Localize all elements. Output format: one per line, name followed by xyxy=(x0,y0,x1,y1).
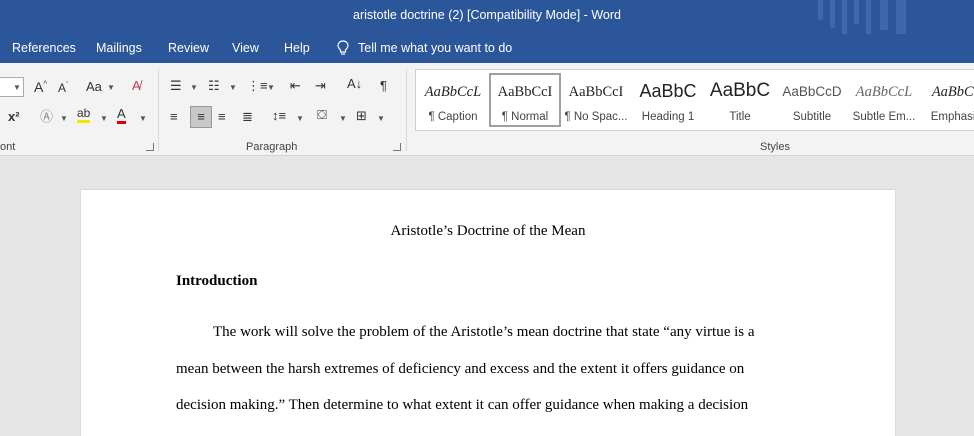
style-name: Heading 1 xyxy=(641,111,695,123)
style-preview: AaBbCcL xyxy=(855,84,913,100)
font-dialog-launcher[interactable] xyxy=(146,143,154,151)
styles-gallery: AaBbCcL ¶ Caption AaBbCcI ¶ Normal AaBbC… xyxy=(415,69,974,131)
style-caption[interactable]: AaBbCcL ¶ Caption xyxy=(417,73,489,127)
styles-group-label: Styles xyxy=(760,141,790,153)
chevron-down-icon[interactable]: ▼ xyxy=(100,114,108,123)
chevron-down-icon[interactable]: ▼ xyxy=(339,114,347,123)
tell-me-label: Tell me what you want to do xyxy=(358,41,513,55)
font-color-icon[interactable]: A xyxy=(117,107,126,124)
tab-help[interactable]: Help xyxy=(284,41,310,55)
lightbulb-icon xyxy=(337,40,349,55)
group-separator xyxy=(158,69,159,151)
align-left-icon[interactable]: ≡ xyxy=(170,110,178,123)
style-preview: AaBbCcD xyxy=(782,84,842,99)
chevron-down-icon: ▼ xyxy=(13,83,21,92)
change-case-icon[interactable]: Aa xyxy=(86,80,102,93)
style-name: Subtitle xyxy=(792,111,832,123)
line-spacing-icon[interactable]: ↕≡ xyxy=(272,109,286,122)
style-subtitle[interactable]: AaBbCcD Subtitle xyxy=(776,73,848,127)
increase-indent-icon[interactable]: ⇥ xyxy=(315,79,326,92)
chevron-down-icon[interactable]: ▼ xyxy=(139,114,147,123)
style-normal[interactable]: AaBbCcI ¶ Normal xyxy=(489,73,561,127)
highlight-icon[interactable]: ab xyxy=(77,107,91,123)
chevron-down-icon[interactable]: ▼ xyxy=(296,114,304,123)
multilevel-list-icon[interactable]: ⋮≡ xyxy=(247,79,268,92)
title-bar-decoration xyxy=(814,0,934,34)
align-right-icon[interactable]: ≡ xyxy=(218,110,226,123)
document-title: Aristotle’s Doctrine of the Mean xyxy=(390,223,586,239)
chevron-down-icon[interactable]: ▼ xyxy=(229,83,237,92)
document-canvas: Aristotle’s Doctrine of the Mean Introdu… xyxy=(0,157,974,436)
tab-view[interactable]: View xyxy=(232,41,259,55)
style-preview: AaBbCcL xyxy=(424,84,482,100)
tab-review[interactable]: Review xyxy=(168,41,209,55)
chevron-down-icon[interactable]: ▼ xyxy=(267,83,275,92)
clear-formatting-icon[interactable]: A̸ xyxy=(132,79,141,92)
group-separator xyxy=(406,69,407,151)
paragraph-line: decision making.” Then determine to what… xyxy=(176,397,749,413)
style-title[interactable]: AaBbC Title xyxy=(704,73,776,127)
ribbon-tabs: References Mailings Review View Help Tel… xyxy=(0,34,974,63)
tab-references[interactable]: References xyxy=(12,41,76,55)
style-emphasis[interactable]: AaBbCc Emphasis xyxy=(920,73,974,127)
decrease-indent-icon[interactable]: ⇤ xyxy=(290,79,301,92)
chevron-down-icon[interactable]: ▼ xyxy=(107,83,115,92)
paragraph-line: mean between the harsh extremes of defic… xyxy=(176,361,745,377)
font-size-box[interactable]: ▼ xyxy=(0,77,24,97)
chevron-down-icon[interactable]: ▼ xyxy=(60,114,68,123)
style-heading-1[interactable]: AaBbC Heading 1 xyxy=(632,73,704,127)
sort-icon[interactable]: A↓ xyxy=(347,77,362,90)
style-name: Emphasis xyxy=(930,111,974,123)
grow-font-icon[interactable]: A^ xyxy=(34,80,47,94)
style-preview: AaBbC xyxy=(639,81,697,101)
title-bar: aristotle doctrine (2) [Compatibility Mo… xyxy=(0,0,974,34)
bullets-icon[interactable]: ☰ xyxy=(170,79,182,92)
style-no-spacing[interactable]: AaBbCcI ¶ No Spac... xyxy=(560,73,632,127)
font-group-label: ont xyxy=(0,141,16,153)
style-preview: AaBbCcI xyxy=(497,84,553,100)
style-name: ¶ Caption xyxy=(428,111,478,123)
chevron-down-icon[interactable]: ▼ xyxy=(190,83,198,92)
tell-me-search[interactable]: Tell me what you want to do xyxy=(336,40,512,56)
ribbon: ▼ A^ Aˇ Aa ▼ A̸ x² Ⓐ ▼ ab ▼ A ▼ ont ☰ ▼ … xyxy=(0,63,974,156)
paragraph-dialog-launcher[interactable] xyxy=(393,143,401,151)
shrink-font-icon[interactable]: Aˇ xyxy=(58,82,68,94)
tab-mailings[interactable]: Mailings xyxy=(96,41,142,55)
document-page[interactable]: Aristotle’s Doctrine of the Mean Introdu… xyxy=(81,190,895,436)
style-preview: AaBbCcI xyxy=(568,84,624,100)
text-effects-icon[interactable]: Ⓐ xyxy=(40,110,53,123)
numbering-icon[interactable]: ☷ xyxy=(208,79,220,92)
show-formatting-icon[interactable]: ¶ xyxy=(380,79,387,92)
document-heading: Introduction xyxy=(176,273,258,289)
style-preview: AaBbC xyxy=(709,80,771,101)
style-name: ¶ No Spac... xyxy=(564,111,628,123)
superscript-icon[interactable]: x² xyxy=(8,110,20,123)
shading-icon[interactable]: ⛋ xyxy=(317,108,327,121)
style-subtle-emphasis[interactable]: AaBbCcL Subtle Em... xyxy=(848,73,920,127)
paragraph-line: The work will solve the problem of the A… xyxy=(213,324,755,340)
justify-icon[interactable]: ≣ xyxy=(242,110,253,123)
style-preview: AaBbCc xyxy=(931,84,974,100)
style-name: Subtle Em... xyxy=(852,111,916,123)
style-name: ¶ Normal xyxy=(501,111,549,123)
style-name: Title xyxy=(729,111,751,123)
borders-icon[interactable]: ⊞ xyxy=(356,109,367,122)
align-center-icon[interactable]: ≡ xyxy=(190,106,212,128)
paragraph-group-label: Paragraph xyxy=(246,141,298,153)
chevron-down-icon[interactable]: ▼ xyxy=(377,114,385,123)
